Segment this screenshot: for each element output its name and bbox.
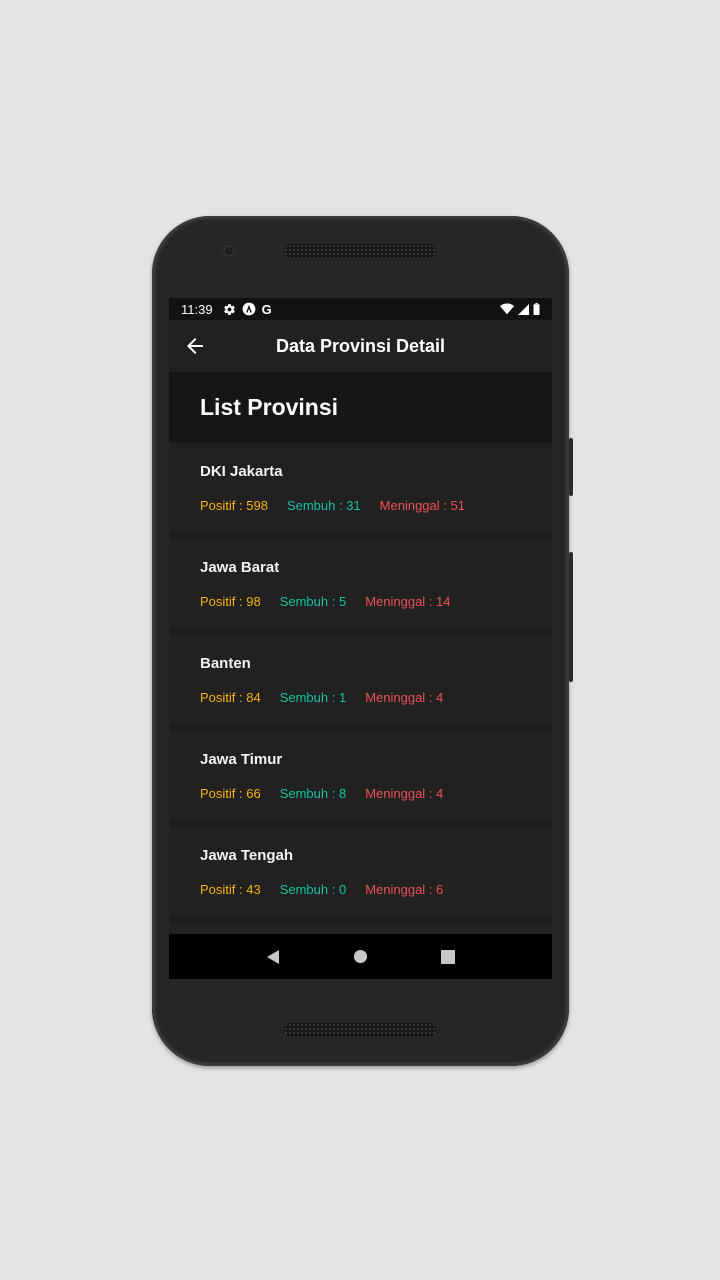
positif-count: Positif : 598: [200, 498, 268, 513]
meninggal-count: Meninggal : 4: [365, 690, 444, 705]
screen: 11:39 G Data Provinsi Detail List Provin…: [169, 298, 552, 979]
status-bar: 11:39 G: [169, 298, 552, 320]
google-icon: G: [261, 301, 272, 317]
list-header: List Provinsi: [169, 372, 552, 443]
province-card[interactable]: Jawa Barat Positif : 98 Sembuh : 5 Menin…: [169, 539, 552, 627]
gear-icon: [223, 303, 235, 315]
province-name: Jawa Timur: [200, 751, 283, 768]
province-card[interactable]: Banten Positif : 84 Sembuh : 1 Meninggal…: [169, 635, 552, 723]
bottom-speaker: [284, 1023, 436, 1037]
positif-count: Positif : 84: [200, 690, 261, 705]
province-name: Jawa Tengah: [200, 847, 294, 864]
list-header-title: List Provinsi: [200, 394, 339, 420]
volume-button: [569, 552, 573, 682]
recents-square-icon: [441, 949, 456, 964]
province-name: Jawa Barat: [200, 559, 280, 576]
province-card[interactable]: Jawa Tengah Positif : 43 Sembuh : 0 Meni…: [169, 827, 552, 915]
signal-icon: [518, 303, 529, 315]
meninggal-count: Meninggal : 6: [365, 882, 444, 897]
province-list[interactable]: DKI Jakarta Positif : 598 Sembuh : 31 Me…: [169, 443, 552, 934]
power-button: [569, 438, 573, 496]
battery-icon: [533, 303, 540, 315]
nav-home-button[interactable]: [350, 947, 370, 967]
sembuh-count: Sembuh : 1: [279, 690, 347, 705]
nav-back-button[interactable]: [263, 947, 283, 967]
meninggal-count: Meninggal : 4: [365, 786, 444, 801]
back-triangle-icon: [266, 949, 279, 964]
home-circle-icon: [353, 949, 368, 964]
system-nav-bar: [169, 934, 552, 979]
positif-count: Positif : 43: [200, 882, 261, 897]
top-speaker: [284, 244, 436, 258]
page-title: Data Provinsi Detail: [275, 335, 446, 356]
status-time: 11:39: [181, 301, 213, 317]
province-name: DKI Jakarta: [200, 463, 283, 480]
positif-count: Positif : 98: [200, 594, 261, 609]
sembuh-count: Sembuh : 8: [279, 786, 347, 801]
back-button[interactable]: [183, 334, 207, 358]
nav-recents-button[interactable]: [438, 947, 458, 967]
arrow-left-icon: [187, 338, 203, 354]
app-bar: Data Provinsi Detail: [169, 320, 552, 372]
positif-count: Positif : 66: [200, 786, 261, 801]
front-camera: [223, 245, 235, 257]
sembuh-count: Sembuh : 5: [279, 594, 347, 609]
wifi-icon: [500, 303, 514, 315]
meninggal-count: Meninggal : 14: [365, 594, 451, 609]
meninggal-count: Meninggal : 51: [379, 498, 465, 513]
sembuh-count: Sembuh : 31: [286, 498, 361, 513]
province-name: Banten: [200, 655, 251, 672]
province-card[interactable]: Jawa Timur Positif : 66 Sembuh : 8 Menin…: [169, 731, 552, 819]
province-card[interactable]: [169, 923, 552, 934]
province-card[interactable]: DKI Jakarta Positif : 598 Sembuh : 31 Me…: [169, 443, 552, 531]
android-icon: [242, 302, 255, 316]
sembuh-count: Sembuh : 0: [279, 882, 347, 897]
